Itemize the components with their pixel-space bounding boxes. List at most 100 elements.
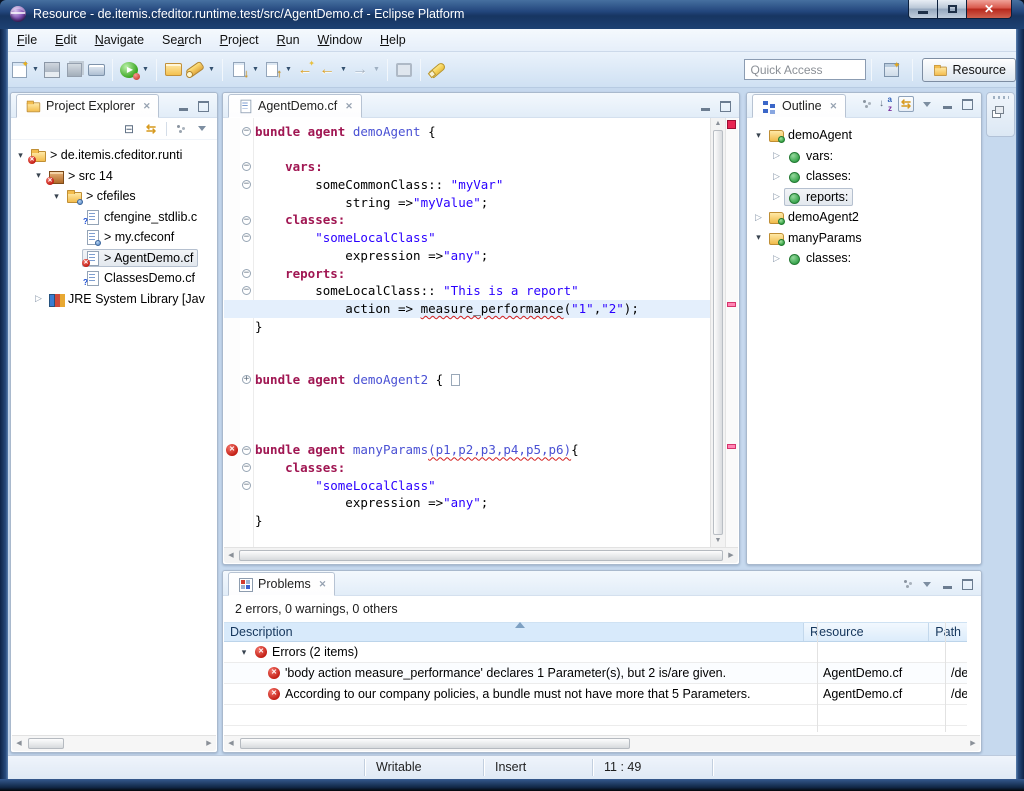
minimize-view-icon[interactable] (940, 578, 954, 590)
tree-item-classes[interactable]: ▷classes: (751, 248, 979, 269)
sort-icon[interactable] (879, 98, 892, 111)
explorer-hscrollbar[interactable]: ◀▶ (12, 735, 216, 751)
code-line[interactable]: "someLocalClass" (255, 477, 709, 495)
tab-project-explorer[interactable]: Project Explorer ✕ (16, 94, 159, 118)
expander-closed-icon[interactable]: ▷ (769, 150, 784, 161)
code-line[interactable]: string =>"myValue"; (255, 194, 709, 212)
menu-item-navigate[interactable]: Navigate (86, 31, 153, 50)
expander-closed-icon[interactable]: ▷ (751, 212, 766, 223)
dropdown-arrow-icon[interactable]: ▼ (250, 59, 261, 81)
error-marker-icon[interactable]: ✕ (226, 444, 238, 456)
annotation-ruler[interactable]: ✕✕ (224, 118, 240, 547)
expander-open-icon[interactable]: ▾ (238, 647, 250, 658)
maximize-view-icon[interactable] (960, 98, 974, 110)
open-folder-icon[interactable] (162, 59, 184, 81)
menu-item-help[interactable]: Help (371, 31, 415, 50)
problem-row[interactable]: ✕According to our company policies, a bu… (224, 684, 967, 705)
maximize-editor-icon[interactable] (718, 100, 732, 112)
chevron-down-icon[interactable] (920, 98, 934, 110)
column-description[interactable]: Description (224, 623, 803, 641)
expander-closed-icon[interactable]: ▷ (769, 253, 784, 264)
link-with-editor-icon[interactable]: ⇆ (898, 96, 914, 112)
menu-item-project[interactable]: Project (211, 31, 268, 50)
menu-item-search[interactable]: Search (153, 31, 211, 50)
tree-item-classes[interactable]: ▷classes: (751, 166, 979, 187)
link-with-editor-icon[interactable]: ⇆ (144, 123, 158, 135)
code-line[interactable]: "someLocalClass" (255, 229, 709, 247)
search-icon[interactable] (184, 59, 206, 81)
resource-perspective-button[interactable]: Resource (922, 58, 1017, 82)
previous-annotation-icon[interactable] (261, 59, 283, 81)
overview-error-mark[interactable] (727, 444, 736, 449)
dropdown-arrow-icon[interactable]: ▼ (140, 59, 151, 81)
code-line[interactable] (255, 388, 709, 406)
new-wizard-icon[interactable] (8, 59, 30, 81)
print-icon[interactable] (85, 59, 107, 81)
tree-item-my-cfeconf[interactable]: > my.cfeconf (13, 227, 215, 248)
tree-item-src-14[interactable]: ▾✕> src 14 (13, 166, 215, 187)
minimize-view-icon[interactable] (940, 98, 954, 110)
fold-expand-icon[interactable]: + (242, 375, 251, 384)
folding-ruler[interactable]: −−−−−−−+−−− (240, 118, 254, 547)
code-line[interactable]: expression =>"any"; (255, 494, 709, 512)
problems-table-header[interactable]: Description Resource Path (224, 622, 967, 642)
code-line[interactable]: classes: (255, 459, 709, 477)
fold-collapse-icon[interactable]: − (242, 162, 251, 171)
dropdown-arrow-icon[interactable]: ▼ (206, 59, 217, 81)
fold-collapse-icon[interactable]: − (242, 180, 251, 189)
column-resource[interactable]: Resource (803, 623, 928, 641)
drag-handle[interactable] (993, 96, 1009, 99)
fold-collapse-icon[interactable]: − (242, 216, 251, 225)
code-text[interactable]: bundle agent demoAgent { vars: someCommo… (255, 118, 709, 547)
code-line[interactable] (255, 406, 709, 424)
forward-icon[interactable] (349, 59, 371, 81)
expander-open-icon[interactable]: ▾ (31, 170, 46, 181)
tree-item-jre-system-library-jav[interactable]: ▷JRE System Library [Jav (13, 289, 215, 310)
code-line[interactable]: } (255, 318, 709, 336)
code-line[interactable]: someLocalClass:: "This is a report" (255, 282, 709, 300)
menu-item-edit[interactable]: Edit (46, 31, 86, 50)
fold-collapse-icon[interactable]: − (242, 481, 251, 490)
tree-item-cfefiles[interactable]: ▾> cfefiles (13, 186, 215, 207)
column-path[interactable]: Path (928, 623, 967, 641)
expander-closed-icon[interactable]: ▷ (769, 171, 784, 182)
code-editor[interactable]: ✕✕ −−−−−−−+−−− bundle agent demoAgent { … (224, 118, 738, 547)
close-tab-icon[interactable]: ✕ (345, 101, 353, 112)
maximize-window-button[interactable] (938, 0, 966, 19)
overview-ruler[interactable] (725, 118, 738, 547)
code-line[interactable]: classes: (255, 211, 709, 229)
code-line[interactable]: bundle agent manyParams(p1,p2,p3,p4,p5,p… (255, 441, 709, 459)
back-icon[interactable] (316, 59, 338, 81)
dropdown-arrow-icon[interactable]: ▼ (30, 59, 41, 81)
fold-collapse-icon[interactable]: − (242, 446, 251, 455)
last-edit-location-icon[interactable] (294, 59, 316, 81)
tree-item-agentdemo-cf[interactable]: ✕> AgentDemo.cf (13, 248, 215, 269)
dropdown-arrow-icon[interactable]: ▼ (283, 59, 294, 81)
tab-agentdemo-cf[interactable]: AgentDemo.cf ✕ (228, 94, 362, 118)
code-line[interactable]: someCommonClass:: "myVar" (255, 176, 709, 194)
tree-item-vars[interactable]: ▷vars: (751, 146, 979, 167)
close-window-button[interactable]: ✕ (966, 0, 1012, 19)
open-perspective-icon[interactable] (882, 60, 902, 80)
minimize-window-button[interactable] (908, 0, 938, 19)
problems-hscrollbar[interactable]: ◀▶ (224, 735, 980, 751)
collapse-all-icon[interactable] (122, 123, 136, 135)
code-line[interactable]: bundle agent demoAgent2 { (255, 371, 709, 389)
tree-item-manyparams[interactable]: ▾manyParams (751, 228, 979, 249)
chevron-down-icon[interactable] (195, 123, 209, 135)
close-tab-icon[interactable]: ✕ (143, 101, 151, 112)
code-line[interactable]: } (255, 512, 709, 530)
tab-outline[interactable]: Outline ✕ (752, 94, 846, 118)
menu-item-run[interactable]: Run (268, 31, 309, 50)
tab-problems[interactable]: Problems ✕ (228, 572, 335, 596)
fold-collapse-icon[interactable]: − (242, 127, 251, 136)
view-menu-icon[interactable] (902, 579, 914, 589)
code-line[interactable]: expression =>"any"; (255, 247, 709, 265)
minimize-editor-icon[interactable] (698, 100, 712, 112)
fold-collapse-icon[interactable]: − (242, 463, 251, 472)
run-icon[interactable] (118, 59, 140, 81)
trim-stack[interactable] (986, 92, 1015, 137)
menu-item-file[interactable]: File (8, 31, 46, 50)
overview-error-mark[interactable] (727, 302, 736, 307)
editor-vscrollbar[interactable]: ▲▼ (710, 118, 725, 547)
